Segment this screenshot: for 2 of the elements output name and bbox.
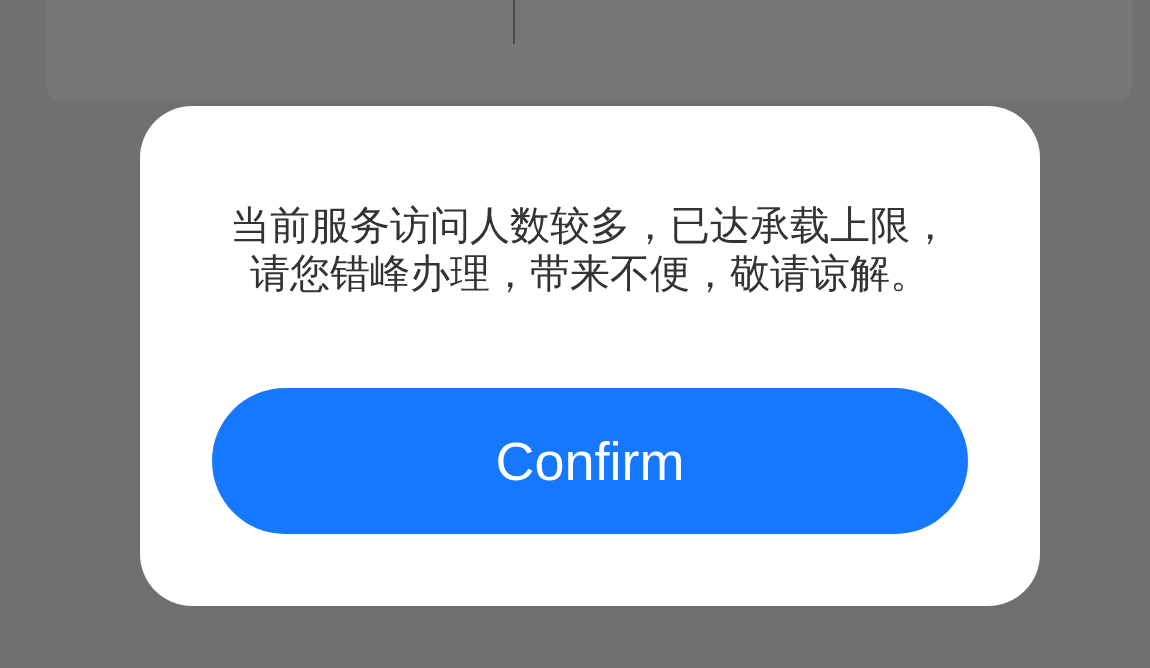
dialog-message: 当前服务访问人数较多，已达承载上限，请您错峰办理，带来不便，敬请谅解。 (229, 202, 951, 297)
confirm-button[interactable]: Confirm (212, 388, 968, 534)
